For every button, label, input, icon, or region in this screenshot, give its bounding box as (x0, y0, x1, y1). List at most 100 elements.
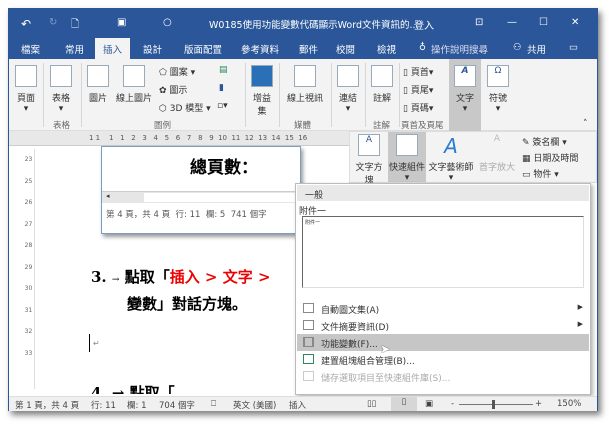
comment-button[interactable]: 註解 (369, 65, 395, 104)
step-3-line1: 3. → 點取「插入 > 文字 > (91, 266, 271, 287)
zoom-slider-thumb[interactable] (492, 400, 495, 409)
page-number-icon: ▯ (403, 104, 411, 114)
proofing-icon[interactable]: ⎕ (211, 399, 216, 409)
line-number: 行: 11 (91, 401, 116, 411)
tab-layout[interactable]: 版面配置 (184, 42, 222, 56)
insert-mode[interactable]: 插入 (289, 399, 306, 411)
read-mode-icon[interactable]: ▯▯ (367, 399, 376, 409)
tab-review[interactable]: 校閱 (336, 42, 355, 56)
signature-icon: ✎ (522, 138, 533, 148)
online-video-label: 線上視訊 (286, 94, 323, 104)
zoom-level[interactable]: 150% (557, 399, 581, 409)
online-video-button[interactable]: 線上視訊 (283, 65, 327, 104)
scroll-left-icon[interactable]: ◂ (106, 192, 110, 200)
print-layout-icon[interactable]: ▯ (391, 397, 417, 411)
step-4-line: 4. → 點取「 (91, 384, 175, 394)
comment-label: 註解 (372, 94, 391, 104)
video-icon (294, 65, 316, 87)
tab-view[interactable]: 檢視 (377, 42, 396, 56)
ribbon-display-icon[interactable]: ⊡ (475, 17, 483, 28)
tab-design[interactable]: 設計 (143, 42, 162, 56)
zoom-in-button[interactable]: + (535, 399, 542, 409)
gallery-item-preview[interactable]: 附件一 (302, 216, 584, 288)
save-icon[interactable]: ▣ (117, 17, 126, 28)
divider (245, 63, 246, 127)
store-icon (251, 65, 273, 87)
online-pictures-button[interactable]: 線上圖片 (113, 65, 155, 104)
header-button[interactable]: ▯ 頁首▾ (403, 65, 433, 78)
tab-file[interactable]: 檔案 (21, 42, 40, 56)
quick-parts-button[interactable]: 快速組件 ▾ (388, 132, 426, 183)
pages-button[interactable]: 頁面 ▾ (13, 65, 39, 114)
share-button[interactable]: 共用 (527, 42, 546, 56)
circle-icon[interactable]: ○ (163, 17, 172, 28)
tell-me-search[interactable]: 操作說明搜尋 (431, 42, 488, 56)
chart-button[interactable]: ▮ (219, 83, 224, 93)
field-icon (303, 337, 314, 347)
icons-button[interactable]: ✿ 圖示 (159, 83, 187, 96)
tab-home[interactable]: 常用 (65, 42, 84, 56)
pictures-label: 圖片 (88, 94, 107, 104)
undo-button[interactable]: ↶ (21, 17, 31, 31)
zoom-slider[interactable] (459, 404, 533, 405)
page-number-button[interactable]: ▯ 頁碼▾ (403, 101, 433, 114)
vruler-labels: 23 25 26 27 28 29 30 31 32 33 (24, 156, 33, 357)
title-bar: ↶ ↻ 🗋 ▣ ○ W0185使用功能變數代碼顯示Word文件資訊的... 登入… (9, 9, 597, 38)
divider (399, 63, 400, 127)
table-button[interactable]: 表格 ▾ (47, 65, 75, 114)
icons-icon: ✿ (159, 86, 170, 96)
close-button[interactable]: ✕ (571, 17, 579, 28)
signature-line-button[interactable]: ✎ 簽名欄 ▾ (522, 135, 567, 148)
redo-button[interactable]: ↻ (49, 17, 57, 28)
wordart-button[interactable]: A 文字藝術師 ▾ (428, 134, 474, 183)
footer-icon: ▯ (403, 86, 411, 96)
vertical-ruler[interactable]: 23 25 26 27 28 29 30 31 32 33 (23, 149, 35, 389)
divider (331, 63, 332, 127)
links-button[interactable]: 連結 ▾ (335, 65, 361, 114)
tab-mailings[interactable]: 郵件 (299, 42, 318, 56)
pictures-button[interactable]: 圖片 (85, 65, 111, 104)
date-time-button[interactable]: ▦ 日期及時間 (522, 151, 578, 164)
collapse-ribbon-icon[interactable]: ˄ (583, 119, 588, 129)
horizontal-scrollbar[interactable]: ◂ (102, 191, 302, 203)
date-time-label: 日期及時間 (533, 154, 579, 164)
tab-references[interactable]: 參考資料 (241, 42, 279, 56)
menu-item-building-blocks[interactable]: 建置組塊組合管理(B)... (297, 351, 589, 368)
footer-button[interactable]: ▯ 頁尾▾ (403, 83, 433, 96)
wordart-label: 文字藝術師 (428, 163, 474, 173)
signin-link[interactable]: 登入 (414, 17, 434, 32)
tab-insert[interactable]: 插入 (95, 38, 131, 59)
footer-label: 頁尾 (410, 86, 429, 96)
language[interactable]: 英文 (美國) (233, 399, 276, 411)
divider (279, 63, 280, 127)
web-layout-icon[interactable]: ▣ (425, 399, 433, 409)
menu-section-header: 一般 (297, 185, 589, 201)
symbols-button[interactable]: Ω 符號 ▾ (485, 65, 511, 114)
object-label: 物件 (533, 170, 552, 180)
menu-item-field[interactable]: 功能變數(F)... (297, 334, 589, 351)
menu-item-save-selection[interactable]: 儲存選取項目至快速組件庫(S)... (297, 368, 589, 385)
screenshot-button[interactable]: ▫▾ (217, 101, 228, 111)
smartart-button[interactable]: ▤ (219, 65, 228, 75)
drop-cap-button[interactable]: A 首字放大 (476, 134, 518, 173)
menu-item-document-property[interactable]: 文件摘要資訊(D) ▶ (297, 317, 589, 334)
menu-item-autotext[interactable]: 自動圖文集(A) ▶ (297, 300, 589, 317)
addins-button[interactable]: 增益集 (249, 65, 275, 117)
object-button[interactable]: ▭ 物件 ▾ (522, 167, 559, 180)
word-count[interactable]: 704 個字 (159, 399, 195, 411)
document-title: W0185使用功能變數代碼顯示Word文件資訊的... (209, 20, 419, 31)
autotext-icon (303, 303, 314, 313)
maximize-button[interactable]: ☐ (539, 17, 548, 28)
page-count[interactable]: 第 1 頁，共 4 頁 (15, 399, 79, 411)
print-preview-icon[interactable]: 🗋 (71, 17, 79, 34)
text-button[interactable]: A 文字 ▾ (449, 59, 481, 131)
header-icon: ▯ (403, 68, 411, 78)
inset-status: 第 4 頁，共 4 頁 行: 11 欄: 5 741 個字 (106, 210, 267, 220)
wordart-icon: A (444, 134, 458, 158)
comments-icon[interactable]: ▭ (569, 42, 578, 53)
shapes-button[interactable]: ⬠ 圖案 ▾ (159, 65, 195, 78)
zoom-out-button[interactable]: - (451, 399, 454, 409)
quick-parts-menu: 一般 附件一 附件一 自動圖文集(A) ▶ 文件摘要資訊(D) ▶ 功能變數(F).… (295, 183, 591, 395)
minimize-button[interactable]: — (507, 17, 517, 28)
3d-models-button[interactable]: ⬡ 3D 模型 ▾ (159, 101, 211, 114)
